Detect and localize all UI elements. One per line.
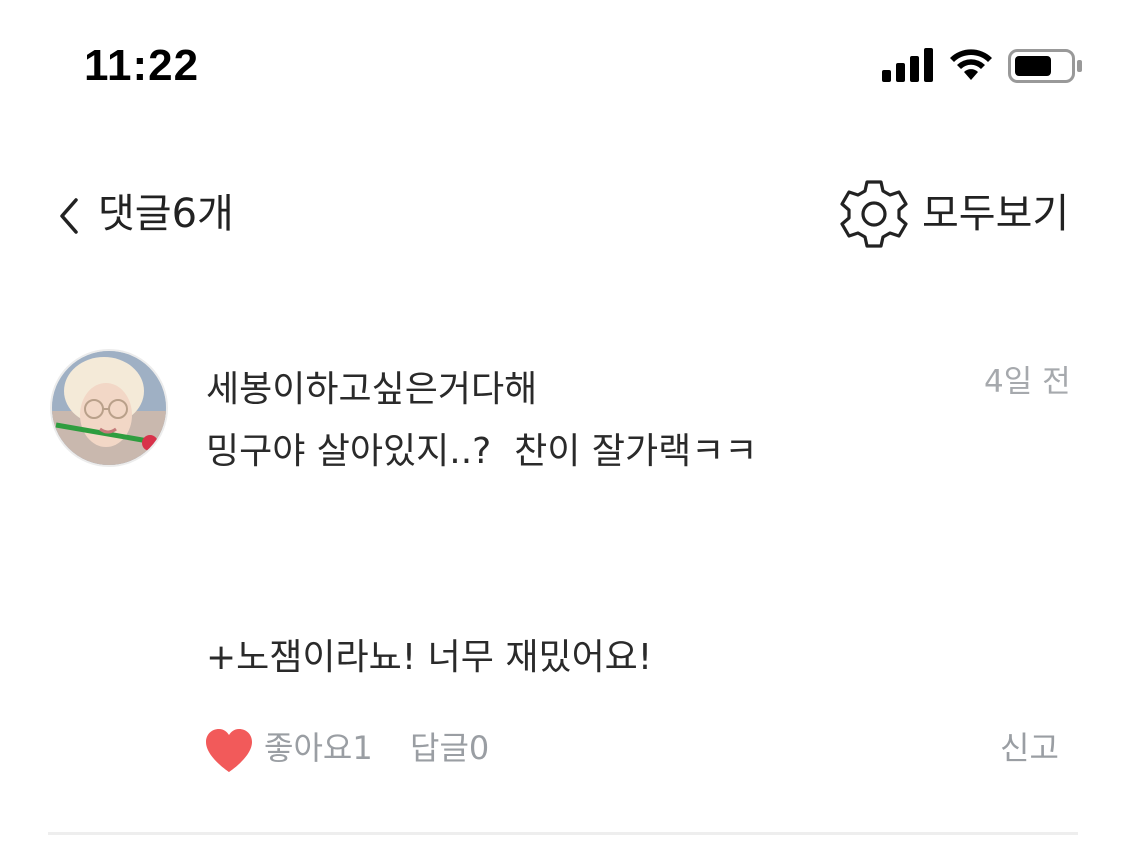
status-time: 11:22 xyxy=(84,41,200,90)
cellular-signal-icon xyxy=(882,48,933,82)
page-title: 댓글6개 xyxy=(98,191,234,237)
like-button[interactable]: 좋아요1 xyxy=(264,727,373,769)
show-all-button[interactable]: 모두보기 xyxy=(922,190,1069,238)
report-button[interactable]: 신고 xyxy=(1000,727,1059,769)
avatar[interactable] xyxy=(50,349,168,467)
comment-body-line: +노잼이라뇨! 너무 재밌어요! xyxy=(206,637,653,678)
wifi-icon xyxy=(950,49,992,80)
comment-timestamp: 4일 전 xyxy=(984,364,1071,400)
back-chevron-icon[interactable] xyxy=(56,196,84,236)
comment-author[interactable]: 세봉이하고싶은거다해 xyxy=(206,368,537,412)
heart-icon[interactable] xyxy=(204,728,254,774)
comments-screen: 11:22 댓글6개 모두보기 세봉이하고싶은거다해 4일 전 밍구야 살아있지… xyxy=(0,0,1125,843)
gear-icon[interactable] xyxy=(836,176,912,252)
avatar-photo xyxy=(52,351,166,465)
comment-body-line: 밍구야 살아있지..? 찬이 잘가랙ㅋㅋ xyxy=(206,431,758,472)
battery-icon xyxy=(1008,49,1082,83)
divider xyxy=(48,832,1078,835)
reply-button[interactable]: 답글0 xyxy=(410,727,489,769)
